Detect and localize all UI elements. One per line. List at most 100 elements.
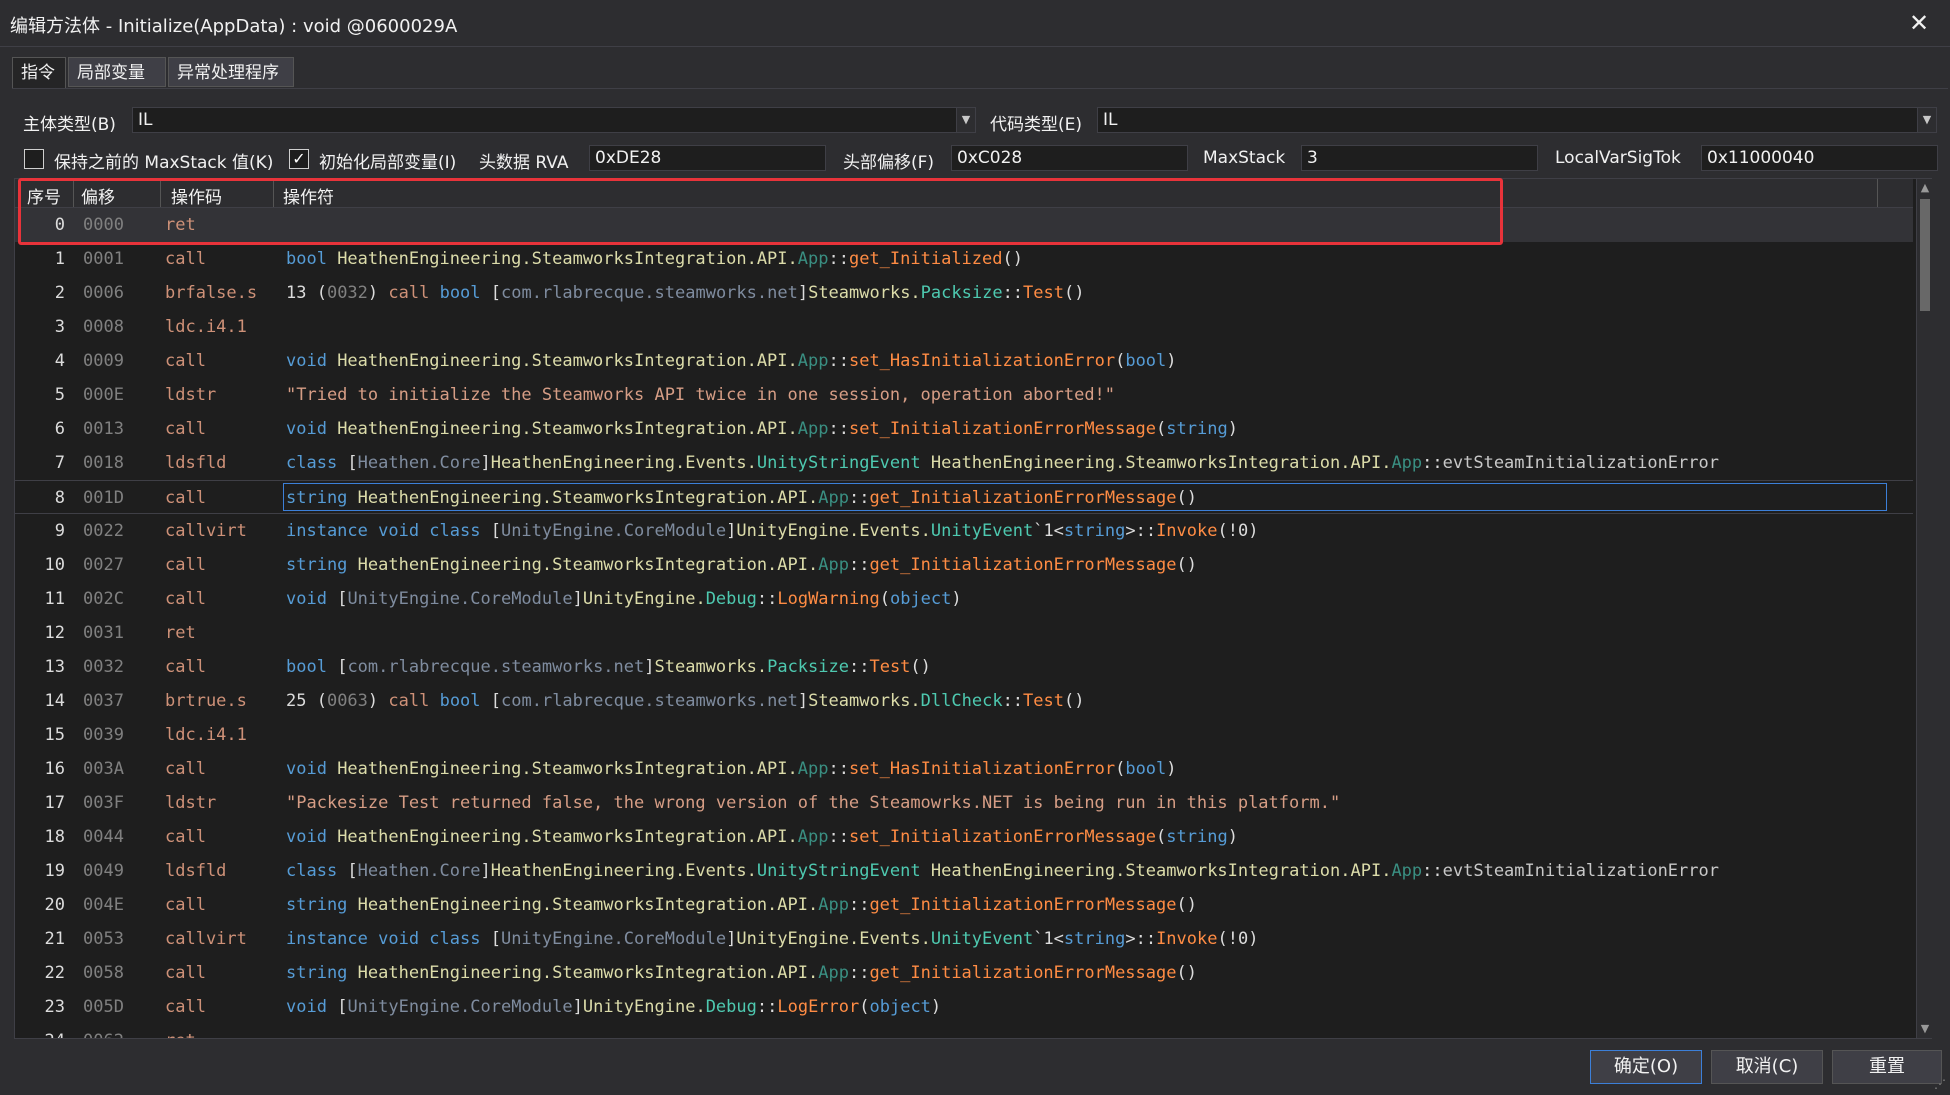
scroll-up-icon[interactable]: ▲ [1917, 179, 1933, 197]
row-offset: 0044 [83, 827, 124, 847]
operand-token: UnityEngine. [582, 997, 706, 1017]
init-locals-checkbox[interactable]: ✓ [289, 149, 309, 169]
row-opcode: callvirt [165, 521, 247, 541]
row-index: 12 [44, 623, 65, 643]
tab-instructions[interactable]: 指令 [12, 57, 66, 89]
operand-token: () [1002, 249, 1023, 269]
operand-token: App [818, 895, 849, 915]
table-row[interactable]: 23 005D call void [UnityEngine.CoreModule]U… [15, 990, 1913, 1024]
operand-token: Steamworks. [808, 283, 921, 303]
row-opcode: call [165, 488, 206, 508]
localvarsig-field[interactable]: 0x11000040 [1701, 145, 1938, 171]
tab-locals[interactable]: 局部变量 [68, 57, 166, 87]
operand-token: 25 ( [286, 691, 327, 711]
operand-token: class [286, 453, 348, 473]
operand-token: HeathenEngineering.Events. [490, 453, 757, 473]
table-row[interactable]: 21 0053 callvirt instance void class [Unity… [15, 922, 1913, 956]
keep-maxstack-label: 保持之前的 MaxStack 值(K) [54, 153, 274, 173]
row-operand: 25 (0063) call bool [com.rlabrecque.stea… [286, 684, 1084, 718]
tab-exception-handlers[interactable]: 异常处理程序 [168, 57, 294, 87]
table-row[interactable]: 7 0018 ldsfld class [Heathen.Core]HeathenEn… [15, 446, 1913, 480]
resize-grip-icon[interactable]: ⋰ [1934, 1077, 1946, 1091]
operand-token: bool [286, 249, 338, 269]
operand-token: ) [930, 997, 942, 1017]
table-row[interactable]: 19 0049 ldsfld class [Heathen.Core]HeathenE… [15, 854, 1913, 888]
table-row[interactable]: 10 0027 call string HeathenEngineering.Stea… [15, 548, 1913, 582]
column-separator[interactable] [1877, 179, 1878, 207]
operand-token: void [286, 589, 338, 609]
operand-token: [ [490, 521, 501, 541]
table-row[interactable]: 22 0058 call string HeathenEngineering.Stea… [15, 956, 1913, 990]
operand-token: Test [1023, 691, 1064, 711]
scroll-down-icon[interactable]: ▼ [1917, 1020, 1933, 1038]
operand-token: ( [1156, 419, 1167, 439]
operand-token: HeathenEngineering.SteamworksIntegration… [930, 861, 1392, 881]
operand-token: Invoke [1156, 521, 1218, 541]
table-row[interactable]: 6 0013 call void HeathenEngineering.Steamwo… [15, 412, 1913, 446]
table-row[interactable]: 3 0008 ldc.i4.1 [15, 310, 1913, 344]
row-operand: bool [com.rlabrecque.steamworks.net]Stea… [286, 650, 931, 684]
operand-token: ] [572, 997, 583, 1017]
operand-token: Packsize [920, 283, 1003, 303]
table-row[interactable]: 5 000E ldstr "Tried to initialize the Steam… [15, 378, 1913, 412]
row-index: 6 [54, 419, 65, 439]
row-index: 14 [44, 691, 65, 711]
row-operand: void HeathenEngineering.SteamworksIntegr… [286, 752, 1177, 786]
operand-token: [ [337, 657, 348, 677]
table-row[interactable]: 20 004E call string HeathenEngineering.Stea… [15, 888, 1913, 922]
operand-token: 0032 [326, 283, 368, 303]
scrollbar-thumb[interactable] [1920, 199, 1930, 311]
row-index: 16 [44, 759, 65, 779]
table-row[interactable]: 8 001D call string HeathenEngineering.Steam… [15, 480, 1913, 514]
table-row[interactable]: 13 0032 call bool [com.rlabrecque.steamwork… [15, 650, 1913, 684]
vertical-scrollbar[interactable]: ▲ ▼ [1916, 179, 1933, 1038]
operand-token: () [1176, 963, 1197, 983]
cancel-button[interactable]: 取消(C) [1711, 1050, 1823, 1084]
row-offset: 0062 [83, 1024, 124, 1038]
row-offset: 003A [83, 759, 124, 779]
row-operand: "Packesize Test returned false, the wron… [286, 786, 1340, 820]
operand-token: UnityStringEvent [756, 861, 931, 881]
table-row[interactable]: 12 0031 ret [15, 616, 1913, 650]
body-type-select[interactable]: IL ▼ [132, 107, 976, 133]
table-row[interactable]: 1 0001 call bool HeathenEngineering.Steamwo… [15, 242, 1913, 276]
reset-button[interactable]: 重置 [1832, 1050, 1942, 1084]
instruction-grid[interactable]: 序号 偏移 操作码 操作符 0 0000 ret 1 0001 call bool Heat… [14, 178, 1932, 1039]
table-row[interactable]: 14 0037 brtrue.s 25 (0063) call bool [com.r… [15, 684, 1913, 718]
operand-token: App [797, 419, 829, 439]
row-operand: class [Heathen.Core]HeathenEngineering.E… [286, 854, 1719, 888]
table-row[interactable]: 17 003F ldstr "Packesize Test returned fals… [15, 786, 1913, 820]
operand-token: App [818, 963, 849, 983]
table-row[interactable]: 16 003A call void HeathenEngineering.Steamw… [15, 752, 1913, 786]
keep-maxstack-checkbox[interactable] [24, 149, 44, 169]
table-row[interactable]: 15 0039 ldc.i4.1 [15, 718, 1913, 752]
code-type-select[interactable]: IL ▼ [1097, 107, 1937, 133]
row-operand: string HeathenEngineering.SteamworksInte… [286, 548, 1197, 582]
table-row[interactable]: 11 002C call void [UnityEngine.CoreModule]U… [15, 582, 1913, 616]
close-icon[interactable]: ✕ [1902, 6, 1936, 40]
operand-token: Heathen.Core [357, 453, 481, 473]
ok-button[interactable]: 确定(O) [1590, 1050, 1702, 1084]
header-offset-field[interactable]: 0xC028 [951, 145, 1188, 171]
operand-token: Debug [705, 997, 757, 1017]
table-row[interactable]: 4 0009 call void HeathenEngineering.Steamwo… [15, 344, 1913, 378]
operand-token: bool [1125, 759, 1167, 779]
row-opcode: call [165, 827, 206, 847]
table-row[interactable]: 2 0006 brfalse.s 13 (0032) call bool [com.r… [15, 276, 1913, 310]
operand-token: :: [756, 589, 778, 609]
table-row[interactable]: 18 0044 call void HeathenEngineering.Steamw… [15, 820, 1913, 854]
operand-token: >:: [1125, 521, 1157, 541]
table-row[interactable]: 9 0022 callvirt instance void class [UnityE… [15, 514, 1913, 548]
instruction-rows: 0 0000 ret 1 0001 call bool HeathenEngineering… [15, 208, 1913, 1038]
maxstack-field[interactable]: 3 [1301, 145, 1538, 171]
table-row[interactable]: 24 0062 ret [15, 1024, 1913, 1038]
header-rva-label: 头数据 RVA [479, 153, 569, 173]
operand-token: HeathenEngineering.SteamworksIntegration… [930, 453, 1392, 473]
operand-token: string [286, 555, 358, 575]
operand-token: () [1176, 895, 1197, 915]
operand-token: void [286, 827, 338, 847]
header-rva-field[interactable]: 0xDE28 [589, 145, 826, 171]
row-operand: instance void class [UnityEngine.CoreMod… [286, 922, 1258, 956]
operand-token: object [869, 997, 931, 1017]
row-opcode: call [165, 249, 206, 269]
